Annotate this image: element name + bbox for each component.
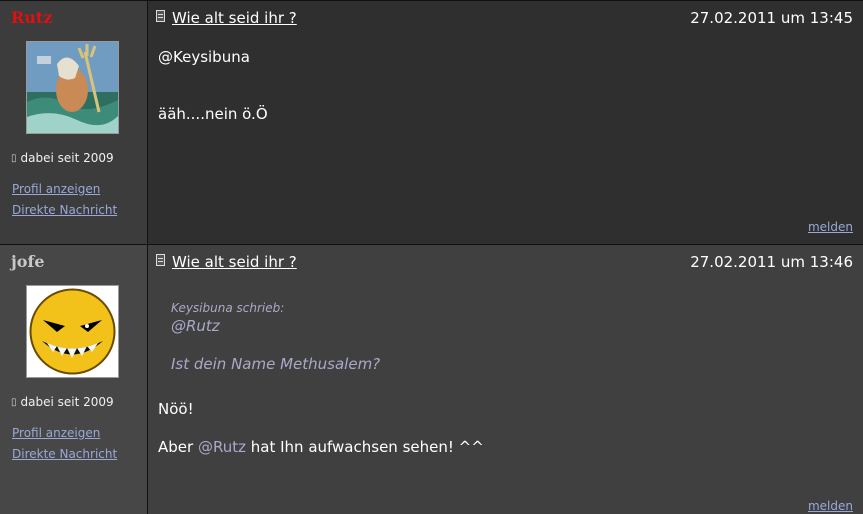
post-body: ääh....nein ö.Ö <box>158 105 268 123</box>
post-body-text: hat Ihn aufwachsen sehen! ^^ <box>250 438 484 456</box>
member-icon: ▯ <box>11 152 17 164</box>
topic-icon <box>156 254 165 266</box>
topic-icon <box>156 10 165 22</box>
post-content: Wie alt seid ihr ? 27.02.2011 um 13:45 @… <box>148 1 863 244</box>
post-timestamp: 27.02.2011 um 13:45 <box>690 9 853 27</box>
report-link[interactable]: melden <box>808 220 853 234</box>
post-body-line: Nöö! <box>158 400 194 418</box>
quote-text: Ist dein Name Methusalem? <box>171 355 381 373</box>
post-content: Wie alt seid ihr ? 27.02.2011 um 13:46 K… <box>148 245 863 514</box>
quote-author: Keysibuna schrieb: <box>171 301 285 315</box>
post-author-panel: jofe ▯ dabei seit 2009 Profil anzeigen D… <box>0 245 148 514</box>
profile-link[interactable]: Profil anzeigen <box>12 426 100 440</box>
forum-post: Rutz ▯ dabei seit 2009 Profil anzeigen D… <box>0 0 863 244</box>
direct-message-link[interactable]: Direkte Nachricht <box>12 447 117 461</box>
topic-title-link[interactable]: Wie alt seid ihr ? <box>172 9 297 27</box>
profile-link[interactable]: Profil anzeigen <box>12 182 100 196</box>
topic-title-link[interactable]: Wie alt seid ihr ? <box>172 253 297 271</box>
member-since-text: dabei seit 2009 <box>20 151 114 165</box>
member-since: ▯ dabei seit 2009 <box>11 395 114 409</box>
forum-post: jofe ▯ dabei seit 2009 Profil anzeigen D… <box>0 244 863 514</box>
post-timestamp: 27.02.2011 um 13:46 <box>690 253 853 271</box>
grinning-smiley-avatar-icon[interactable] <box>26 285 119 378</box>
member-since: ▯ dabei seit 2009 <box>11 151 114 165</box>
report-link[interactable]: melden <box>808 499 853 513</box>
member-icon: ▯ <box>11 396 17 408</box>
poseidon-avatar-icon[interactable] <box>26 41 119 134</box>
post-author-panel: Rutz ▯ dabei seit 2009 Profil anzeigen D… <box>0 1 148 244</box>
author-username[interactable]: jofe <box>11 252 45 271</box>
direct-message-link[interactable]: Direkte Nachricht <box>12 203 117 217</box>
quote-mention[interactable]: @Rutz <box>171 317 220 335</box>
post-body-text: Aber <box>158 438 194 456</box>
post-body-line: Aber @Rutz hat Ihn aufwachsen sehen! ^^ <box>158 438 484 456</box>
author-username[interactable]: Rutz <box>11 8 52 27</box>
mention-text[interactable]: @Keysibuna <box>158 48 250 66</box>
member-since-text: dabei seit 2009 <box>20 395 114 409</box>
mention-text[interactable]: @Rutz <box>198 438 246 456</box>
